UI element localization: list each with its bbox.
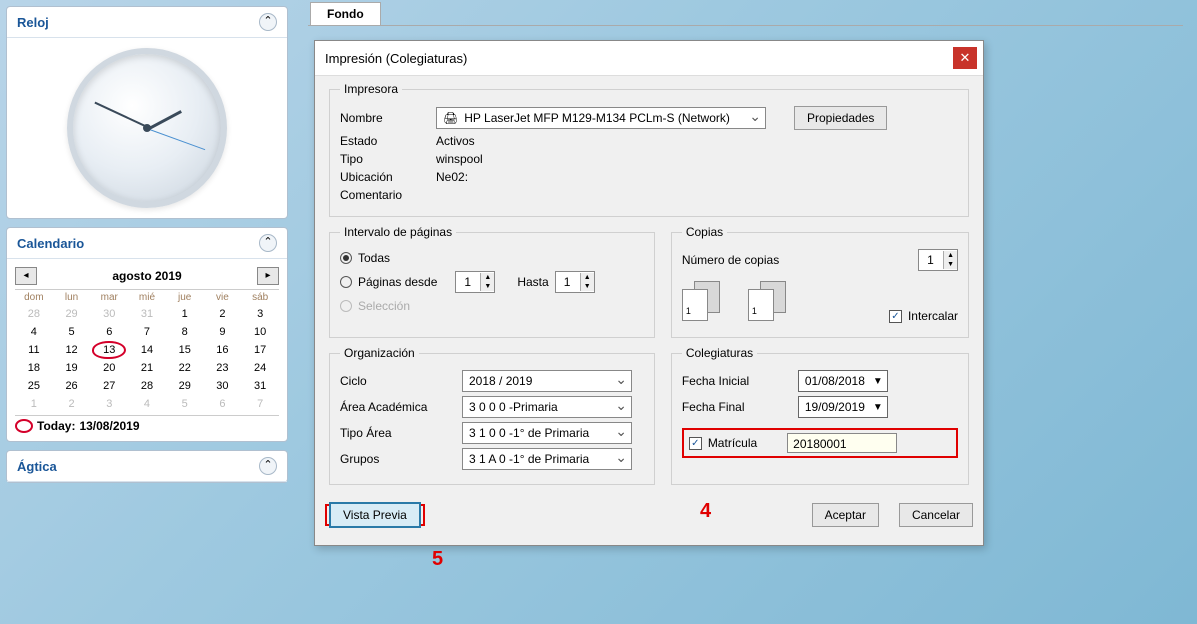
desde-spin[interactable]: 1 ▲▼ <box>455 271 495 293</box>
matricula-input[interactable]: 20180001 <box>787 433 897 453</box>
collapse-icon[interactable]: ⌃ <box>259 457 277 475</box>
propiedades-button[interactable]: Propiedades <box>794 106 887 130</box>
cal-day[interactable]: 3 <box>90 395 128 413</box>
cal-day[interactable]: 7 <box>241 395 279 413</box>
cal-dow: sáb <box>241 290 279 305</box>
cal-day[interactable]: 26 <box>53 377 91 395</box>
dialog-title: Impresión (Colegiaturas) <box>325 51 467 66</box>
cal-day[interactable]: 5 <box>166 395 204 413</box>
copias-group: Copias Número de copias 1 ▲▼ 1 1 <box>671 225 969 338</box>
agtica-panel: Ágtica ⌃ <box>6 450 288 483</box>
collapse-icon[interactable]: ⌃ <box>259 13 277 31</box>
cal-day[interactable]: 11 <box>15 341 53 359</box>
cal-day[interactable]: 1 <box>166 305 204 323</box>
cal-day[interactable]: 25 <box>15 377 53 395</box>
matricula-checkbox[interactable]: ✓ <box>689 437 702 450</box>
cal-day[interactable]: 29 <box>166 377 204 395</box>
calendario-panel: Calendario ⌃ ◂ agosto 2019 ▸ domlunmarmi… <box>6 227 288 442</box>
grupos-select[interactable]: 3 1 A 0 -1° de Primaria <box>462 448 632 470</box>
cal-day[interactable]: 24 <box>241 359 279 377</box>
cal-day[interactable]: 6 <box>90 323 128 341</box>
organizacion-group: Organización Ciclo 2018 / 2019 Área Acad… <box>329 346 655 485</box>
printer-icon: 🖨 <box>443 111 458 125</box>
cal-day[interactable]: 20 <box>90 359 128 377</box>
cal-day[interactable]: 31 <box>128 305 166 323</box>
cal-day[interactable]: 13 <box>90 341 128 359</box>
radio-desde[interactable]: Páginas desde 1 ▲▼ Hasta 1 ▲▼ <box>340 271 644 293</box>
colegiaturas-group: Colegiaturas Fecha Inicial 01/08/2018▼ F… <box>671 346 969 485</box>
matricula-highlight: ✓ Matrícula 20180001 <box>682 428 958 458</box>
radio-seleccion: Selección <box>340 299 644 313</box>
cal-day[interactable]: 27 <box>90 377 128 395</box>
cal-day[interactable]: 29 <box>53 305 91 323</box>
cal-day[interactable]: 10 <box>241 323 279 341</box>
cal-day[interactable]: 18 <box>15 359 53 377</box>
cal-month-label: agosto 2019 <box>112 269 181 283</box>
aceptar-button[interactable]: Aceptar <box>812 503 879 527</box>
today-ring-icon <box>15 419 33 433</box>
reloj-title: Reloj <box>17 15 49 30</box>
cal-next-button[interactable]: ▸ <box>257 267 279 285</box>
collapse-icon[interactable]: ⌃ <box>259 234 277 252</box>
cal-day[interactable]: 23 <box>204 359 242 377</box>
tipoarea-select[interactable]: 3 1 0 0 -1° de Primaria <box>462 422 632 444</box>
reloj-panel: Reloj ⌃ <box>6 6 288 219</box>
cal-day[interactable]: 5 <box>53 323 91 341</box>
print-dialog: Impresión (Colegiaturas) ✕ Impresora Nom… <box>314 40 984 546</box>
ciclo-select[interactable]: 2018 / 2019 <box>462 370 632 392</box>
fecha-inicial-input[interactable]: 01/08/2018▼ <box>798 370 888 392</box>
cal-day[interactable]: 21 <box>128 359 166 377</box>
cal-dow: jue <box>166 290 204 305</box>
cal-today-row[interactable]: Today: 13/08/2019 <box>15 415 279 433</box>
intercalar-checkbox[interactable]: ✓ <box>889 310 902 323</box>
cal-dow: mar <box>90 290 128 305</box>
cal-day[interactable]: 7 <box>128 323 166 341</box>
intervalo-group: Intervalo de páginas Todas Páginas desde… <box>329 225 655 338</box>
collate-illustration-icon: 1 1 <box>682 281 792 321</box>
vista-previa-button[interactable]: Vista Previa <box>329 502 421 528</box>
fecha-final-input[interactable]: 19/09/2019▼ <box>798 396 888 418</box>
cal-day[interactable]: 1 <box>15 395 53 413</box>
cal-dow: vie <box>204 290 242 305</box>
cal-day[interactable]: 15 <box>166 341 204 359</box>
cal-day[interactable]: 14 <box>128 341 166 359</box>
cal-day[interactable]: 30 <box>204 377 242 395</box>
nombre-label: Nombre <box>340 111 430 125</box>
close-icon[interactable]: ✕ <box>953 47 977 69</box>
cal-day[interactable]: 12 <box>53 341 91 359</box>
cal-day[interactable]: 9 <box>204 323 242 341</box>
cal-day[interactable]: 6 <box>204 395 242 413</box>
cal-day[interactable]: 2 <box>53 395 91 413</box>
cal-day[interactable]: 2 <box>204 305 242 323</box>
cal-day[interactable]: 28 <box>15 305 53 323</box>
cal-day[interactable]: 8 <box>166 323 204 341</box>
cal-day[interactable]: 4 <box>15 323 53 341</box>
hasta-spin[interactable]: 1 ▲▼ <box>555 271 595 293</box>
cal-dow: dom <box>15 290 53 305</box>
cal-day[interactable]: 30 <box>90 305 128 323</box>
cal-prev-button[interactable]: ◂ <box>15 267 37 285</box>
cal-day[interactable]: 19 <box>53 359 91 377</box>
tab-fondo[interactable]: Fondo <box>310 2 381 25</box>
cal-day[interactable]: 17 <box>241 341 279 359</box>
cancelar-button[interactable]: Cancelar <box>899 503 973 527</box>
printer-select[interactable]: 🖨 HP LaserJet MFP M129-M134 PCLm-S (Netw… <box>436 107 766 129</box>
agtica-title: Ágtica <box>17 459 57 474</box>
cal-day[interactable]: 4 <box>128 395 166 413</box>
cal-dow: mié <box>128 290 166 305</box>
radio-todas[interactable]: Todas <box>340 251 644 265</box>
cal-day[interactable]: 3 <box>241 305 279 323</box>
clock-face <box>67 48 227 208</box>
copias-spin[interactable]: 1 ▲▼ <box>918 249 958 271</box>
impresora-group: Impresora Nombre 🖨 HP LaserJet MFP M129-… <box>329 82 969 217</box>
annotation-4: 4 <box>700 500 711 523</box>
annotation-5: 5 <box>432 548 443 571</box>
calendario-title: Calendario <box>17 236 84 251</box>
cal-day[interactable]: 22 <box>166 359 204 377</box>
cal-dow: lun <box>53 290 91 305</box>
area-select[interactable]: 3 0 0 0 -Primaria <box>462 396 632 418</box>
cal-day[interactable]: 28 <box>128 377 166 395</box>
cal-day[interactable]: 31 <box>241 377 279 395</box>
cal-day[interactable]: 16 <box>204 341 242 359</box>
